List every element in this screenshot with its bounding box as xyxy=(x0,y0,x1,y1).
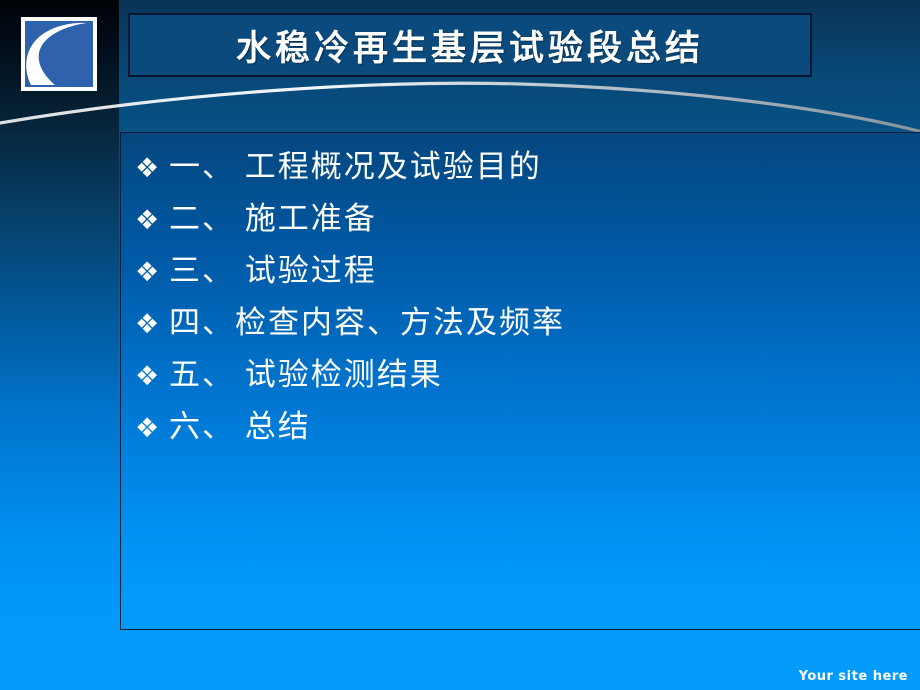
diamond-bullet-icon: ❖ xyxy=(135,361,160,392)
diamond-bullet-icon: ❖ xyxy=(135,257,160,288)
diamond-bullet-icon: ❖ xyxy=(135,153,160,184)
list-item-label: 五、 试验检测结果 xyxy=(169,357,443,392)
list-item[interactable]: ❖ 一、 工程概况及试验目的 xyxy=(135,151,920,203)
list-item-label: 六、 总结 xyxy=(169,409,311,444)
list-item-label: 三、 试验过程 xyxy=(169,253,377,288)
road-icon xyxy=(26,22,89,85)
list-item[interactable]: ❖ 三、 试验过程 xyxy=(135,255,920,307)
list-item-label: 二、 施工准备 xyxy=(169,201,377,236)
logo-square xyxy=(25,21,93,87)
list-item[interactable]: ❖ 二、 施工准备 xyxy=(135,203,920,255)
diamond-bullet-icon: ❖ xyxy=(135,309,160,340)
list-item[interactable]: ❖ 五、 试验检测结果 xyxy=(135,359,920,411)
diamond-bullet-icon: ❖ xyxy=(135,413,160,444)
company-logo xyxy=(21,17,97,91)
presentation-slide: 水稳冷再生基层试验段总结 ❖ 一、 工程概况及试验目的 ❖ 二、 施工准备 ❖ … xyxy=(0,0,920,690)
list-item-label: 四、检查内容、方法及频率 xyxy=(169,305,565,340)
page-title: 水稳冷再生基层试验段总结 xyxy=(235,28,704,68)
left-accent-band xyxy=(0,0,119,690)
diamond-bullet-icon: ❖ xyxy=(135,205,160,236)
agenda-list: ❖ 一、 工程概况及试验目的 ❖ 二、 施工准备 ❖ 三、 试验过程 ❖ 四、检… xyxy=(121,133,920,463)
title-box: 水稳冷再生基层试验段总结 xyxy=(128,13,812,77)
list-item-label: 一、 工程概况及试验目的 xyxy=(169,149,542,184)
list-item[interactable]: ❖ 六、 总结 xyxy=(135,411,920,463)
footer-text: Your site here xyxy=(798,669,908,684)
content-box: ❖ 一、 工程概况及试验目的 ❖ 二、 施工准备 ❖ 三、 试验过程 ❖ 四、检… xyxy=(120,132,920,630)
list-item[interactable]: ❖ 四、检查内容、方法及频率 xyxy=(135,307,920,359)
